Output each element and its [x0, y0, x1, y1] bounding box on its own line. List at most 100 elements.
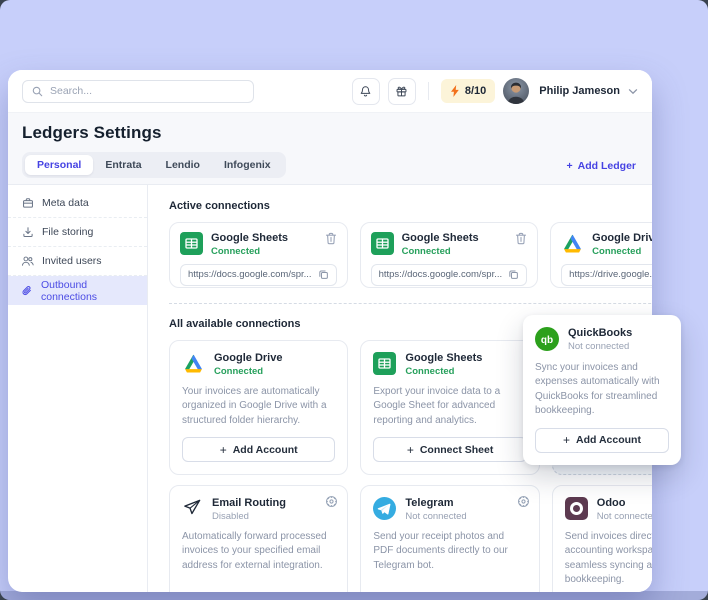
active-card-google-sheets-1: Google Sheets Connected https://docs.goo…: [169, 222, 348, 288]
button-label: Add Account: [576, 434, 641, 446]
connection-title: Google Drive: [592, 232, 652, 245]
top-bar: 8/10 Philip Jameson: [8, 70, 652, 112]
sidebar-item-invited-users[interactable]: Invited users: [8, 247, 147, 276]
connection-title: Google Sheets: [402, 232, 508, 245]
copy-url-button[interactable]: [318, 269, 329, 280]
briefcase-icon: [21, 197, 34, 209]
add-account-button[interactable]: + Add Account: [535, 428, 669, 453]
svg-text:qb: qb: [541, 335, 553, 346]
connection-title: Telegram: [405, 497, 466, 510]
active-connections-grid: Google Sheets Connected https://docs.goo…: [169, 222, 652, 288]
connection-title: Google Drive: [214, 352, 282, 365]
connection-description: Send invoices directly to your accountin…: [565, 530, 652, 588]
copy-url-button[interactable]: [508, 269, 519, 280]
search-icon: [32, 86, 43, 97]
tab-entrata[interactable]: Entrata: [93, 155, 153, 175]
sidebar-item-meta-data[interactable]: Meta data: [8, 189, 147, 218]
sidebar-item-outbound-connections[interactable]: Outbound connections: [8, 276, 147, 305]
connection-status: Connected: [405, 366, 482, 377]
add-ledger-label: Add Ledger: [578, 160, 636, 172]
gear-icon[interactable]: [517, 495, 530, 508]
search-field[interactable]: [50, 85, 244, 97]
page-header: Ledgers Settings Personal Entrata Lendio…: [8, 112, 652, 185]
connection-title: Email Routing: [212, 497, 286, 510]
google-sheets-icon: [180, 232, 203, 255]
connect-sheet-button[interactable]: + Connect Sheet: [373, 437, 526, 462]
paperclip-icon: [21, 285, 33, 297]
email-routing-icon: [182, 497, 203, 518]
section-divider: [169, 303, 652, 304]
google-sheets-icon: [373, 352, 396, 375]
connection-url: https://docs.google.com/spr...: [188, 269, 312, 280]
connection-description: Automatically forward processed invoices…: [182, 530, 335, 588]
ledger-tabs: Personal Entrata Lendio Infogenix: [22, 152, 286, 178]
sidebar-item-label: File storing: [42, 226, 93, 238]
add-ledger-button[interactable]: + Add Ledger: [567, 160, 636, 172]
active-card-google-sheets-2: Google Sheets Connected https://docs.goo…: [360, 222, 539, 288]
connection-status: Disabled: [212, 511, 286, 522]
google-drive-icon: [182, 352, 205, 375]
connection-description: Export your invoice data to a Google She…: [373, 385, 526, 429]
search-input[interactable]: [22, 80, 254, 103]
download-icon: [21, 226, 34, 238]
odoo-icon: [565, 497, 588, 520]
plus-icon: +: [563, 434, 570, 446]
connection-url-field[interactable]: https://docs.google.com/spr...: [371, 264, 528, 286]
available-card-telegram: Telegram Not connected Send your receipt…: [360, 485, 539, 592]
sidebar-item-file-storing[interactable]: File storing: [8, 218, 147, 247]
connection-title: QuickBooks: [568, 327, 632, 340]
connection-status: Not connected: [405, 511, 466, 522]
connection-description: Send your receipt photos and PDF documen…: [373, 530, 526, 588]
connection-url: https://drive.google.com/driv...: [569, 269, 652, 280]
button-label: Connect Sheet: [420, 444, 494, 456]
telegram-icon: [373, 497, 396, 520]
usage-count: 8/10: [465, 85, 486, 97]
tab-personal[interactable]: Personal: [25, 155, 93, 175]
topbar-actions: 8/10 Philip Jameson: [352, 78, 638, 105]
connection-status: Not connected: [568, 341, 632, 352]
tab-infogenix[interactable]: Infogenix: [212, 155, 283, 175]
connection-status: Not connected: [597, 511, 652, 522]
sidebar-item-label: Invited users: [42, 255, 102, 267]
notifications-button[interactable]: [352, 78, 380, 105]
google-drive-icon: [561, 232, 584, 255]
delete-connection-button[interactable]: [515, 232, 527, 245]
connection-title: Odoo: [597, 497, 652, 510]
available-card-email-routing: Email Routing Disabled Automatically for…: [169, 485, 348, 592]
gift-icon: [395, 85, 408, 98]
connection-title: Google Sheets: [405, 352, 482, 365]
settings-sidebar: Meta data File storing Invited users: [8, 185, 148, 592]
button-label: Add Account: [233, 444, 298, 456]
quickbooks-floating-card[interactable]: qb QuickBooks Not connected Sync your in…: [523, 315, 681, 465]
avatar[interactable]: [503, 78, 529, 104]
connection-url: https://docs.google.com/spr...: [379, 269, 503, 280]
delete-connection-button[interactable]: [325, 232, 337, 245]
plus-icon: +: [220, 444, 227, 456]
available-card-google-sheets: Google Sheets Connected Export your invo…: [360, 340, 539, 475]
add-account-button[interactable]: + Add Account: [182, 437, 335, 462]
rewards-button[interactable]: [388, 78, 416, 105]
page-title: Ledgers Settings: [22, 123, 638, 143]
connection-status: Connected: [211, 246, 317, 257]
quickbooks-icon: qb: [535, 327, 559, 351]
connection-status: Connected: [402, 246, 508, 257]
google-sheets-icon: [371, 232, 394, 255]
gear-icon[interactable]: [325, 495, 338, 508]
active-connections-title: Active connections: [169, 200, 652, 212]
tab-lendio[interactable]: Lendio: [154, 155, 212, 175]
usage-badge[interactable]: 8/10: [441, 79, 495, 103]
chevron-down-icon[interactable]: [628, 88, 638, 95]
connection-status: Connected: [592, 246, 652, 257]
available-card-google-drive: Google Drive Connected Your invoices are…: [169, 340, 348, 475]
sidebar-item-label: Outbound connections: [41, 279, 134, 303]
users-icon: [21, 255, 34, 267]
connection-description: Your invoices are automatically organize…: [182, 385, 335, 429]
plus-icon: +: [567, 160, 573, 172]
user-name: Philip Jameson: [539, 85, 620, 97]
bolt-icon: [450, 85, 460, 97]
bell-icon: [359, 85, 372, 98]
available-card-odoo: Odoo Not connected Send invoices directl…: [552, 485, 652, 592]
connection-url-field[interactable]: https://drive.google.com/driv...: [561, 264, 652, 286]
connection-url-field[interactable]: https://docs.google.com/spr...: [180, 264, 337, 286]
desktop-background: 8/10 Philip Jameson Ledgers Settings Per…: [0, 0, 708, 600]
